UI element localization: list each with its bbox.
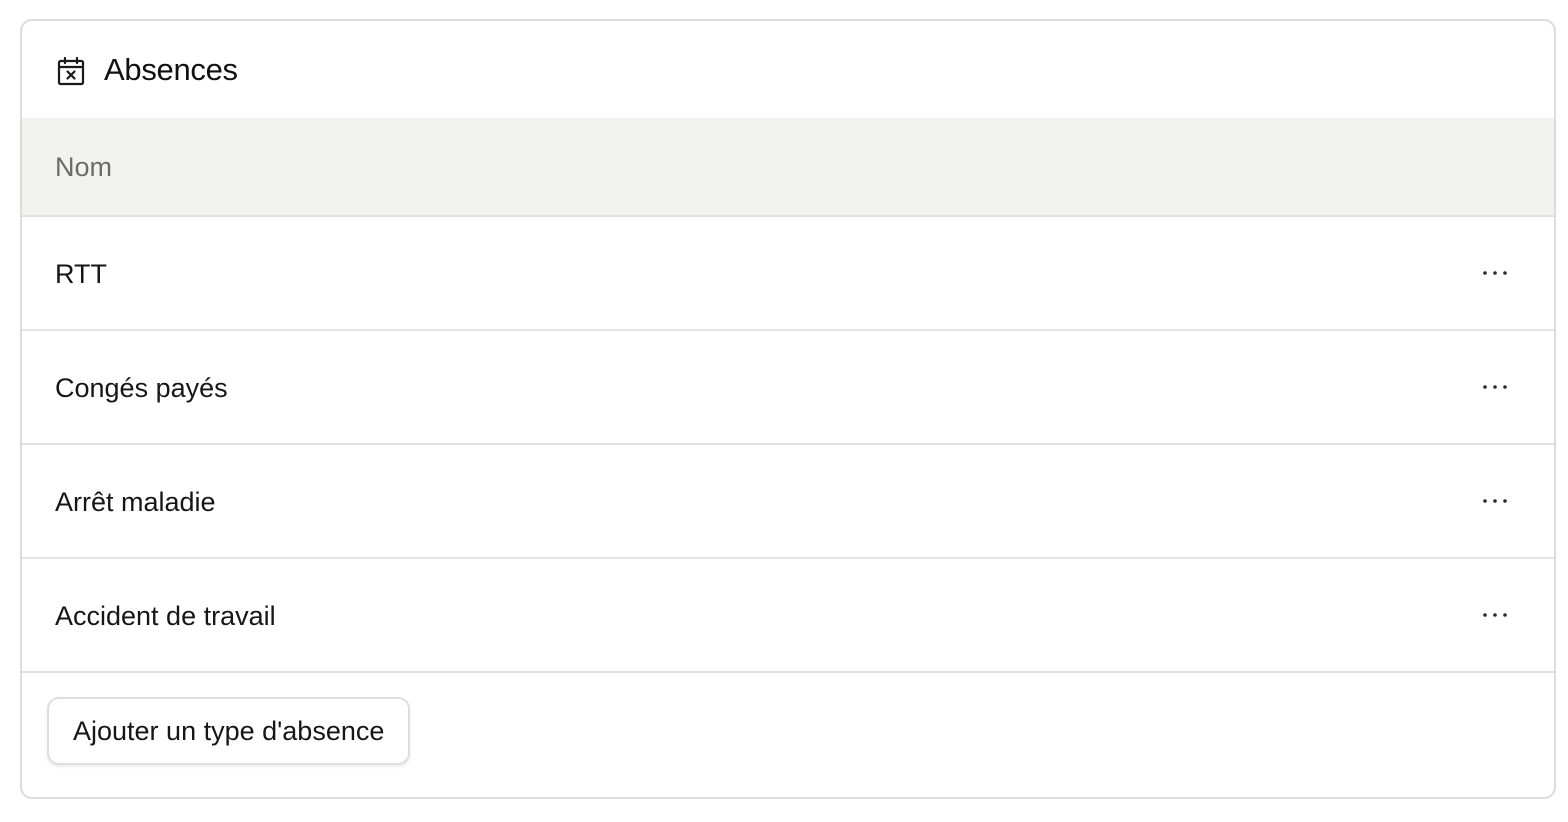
card-footer: Ajouter un type d'absence [22, 673, 1554, 765]
row-name: Congés payés [55, 372, 228, 403]
calendar-x-icon [56, 56, 86, 86]
absences-card: Absences Nom RTT Congés payés Arrêt mala… [20, 19, 1556, 799]
more-horizontal-icon[interactable] [1478, 370, 1512, 404]
table-row: Arrêt maladie [22, 445, 1554, 559]
more-horizontal-icon[interactable] [1478, 598, 1512, 632]
more-horizontal-icon[interactable] [1478, 256, 1512, 290]
more-horizontal-icon[interactable] [1478, 484, 1512, 518]
table-row: Accident de travail [22, 559, 1554, 673]
row-name: Arrêt maladie [55, 486, 216, 517]
card-header: Absences [22, 21, 1554, 118]
row-name: Accident de travail [55, 600, 276, 631]
column-header-name: Nom [55, 152, 113, 182]
table-header: Nom [22, 118, 1554, 217]
card-title: Absences [104, 51, 238, 87]
table-row: RTT [22, 217, 1554, 331]
row-name: RTT [55, 258, 107, 289]
add-absence-type-button[interactable]: Ajouter un type d'absence [47, 697, 411, 765]
table-row: Congés payés [22, 331, 1554, 445]
